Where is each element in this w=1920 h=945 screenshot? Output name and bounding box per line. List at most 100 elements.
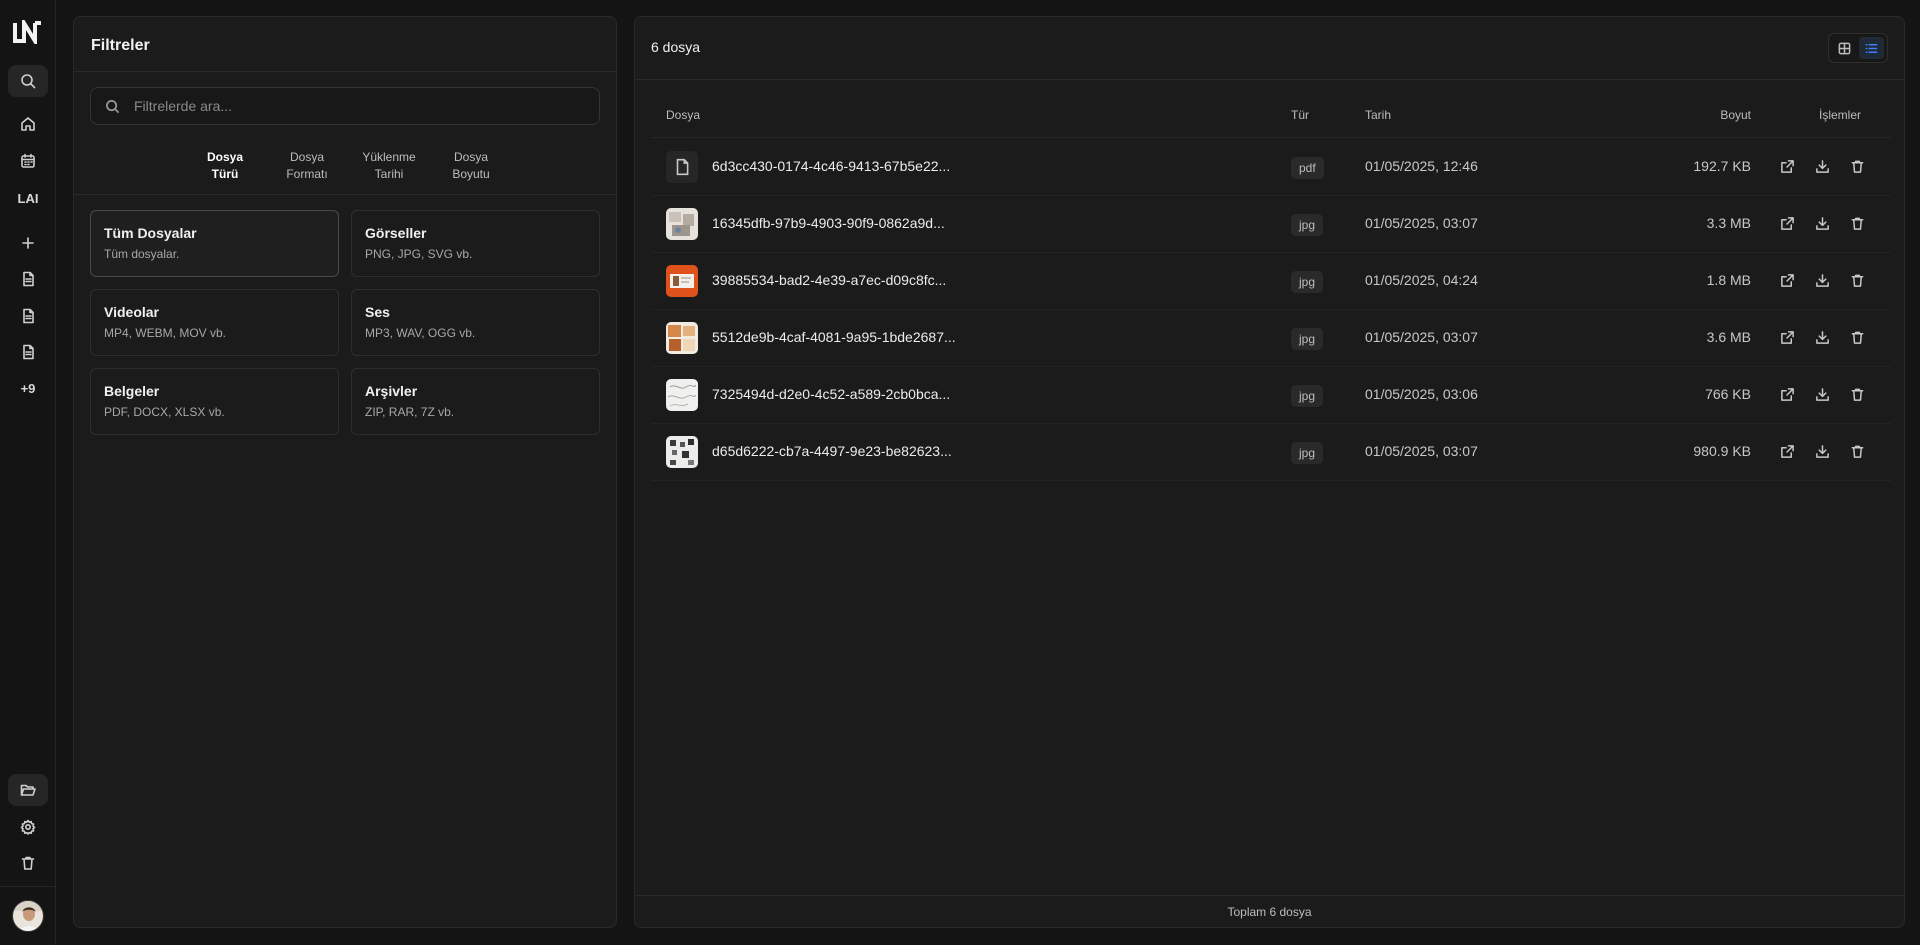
app-logo-icon[interactable] bbox=[13, 20, 43, 44]
column-size[interactable]: Boyut bbox=[1720, 108, 1751, 122]
table-row[interactable]: d65d6222-cb7a-4497-9e23-be82623... jpg 0… bbox=[651, 424, 1891, 481]
row-actions bbox=[1780, 387, 1865, 402]
file-name[interactable]: 39885534-bad2-4e39-a7ec-d09c8fc... bbox=[712, 272, 946, 288]
ai-icon: LAI bbox=[17, 190, 39, 206]
external-link-icon[interactable] bbox=[1780, 330, 1795, 345]
table-row[interactable]: 39885534-bad2-4e39-a7ec-d09c8fc... jpg 0… bbox=[651, 253, 1891, 310]
table-row[interactable]: 5512de9b-4caf-4081-9a95-1bde2687... jpg … bbox=[651, 310, 1891, 367]
rail-files-button[interactable] bbox=[8, 774, 48, 806]
download-icon[interactable] bbox=[1815, 387, 1830, 402]
trash-icon[interactable] bbox=[1850, 330, 1865, 345]
table-row[interactable]: 7325494d-d2e0-4c52-a589-2cb0bca... jpg 0… bbox=[651, 367, 1891, 424]
category-documents[interactable]: Belgeler PDF, DOCX, XLSX vb. bbox=[90, 368, 339, 435]
list-view-button[interactable] bbox=[1859, 37, 1884, 59]
download-icon[interactable] bbox=[1815, 273, 1830, 288]
column-file[interactable]: Dosya bbox=[666, 108, 700, 122]
column-type[interactable]: Tür bbox=[1291, 108, 1309, 122]
category-videos[interactable]: Videolar MP4, WEBM, MOV vb. bbox=[90, 289, 339, 356]
trash-icon[interactable] bbox=[1850, 444, 1865, 459]
category-archives[interactable]: Arşivler ZIP, RAR, 7Z vb. bbox=[351, 368, 600, 435]
external-link-icon[interactable] bbox=[1780, 159, 1795, 174]
rail-document-button-2[interactable] bbox=[8, 300, 48, 332]
file-name[interactable]: d65d6222-cb7a-4497-9e23-be82623... bbox=[712, 443, 952, 459]
rail-ai-button[interactable]: LAI bbox=[8, 182, 48, 214]
tab-file-size[interactable]: Dosya Boyutu bbox=[430, 149, 512, 183]
rail-settings-button[interactable] bbox=[8, 811, 48, 843]
category-audio[interactable]: Ses MP3, WAV, OGG vb. bbox=[351, 289, 600, 356]
trash-icon[interactable] bbox=[1850, 387, 1865, 402]
rail-more-button[interactable]: +9 bbox=[8, 372, 48, 404]
file-name[interactable]: 7325494d-d2e0-4c52-a589-2cb0bca... bbox=[712, 386, 950, 402]
category-desc: MP3, WAV, OGG vb. bbox=[365, 326, 476, 340]
filters-panel: Filtreler Filtrelerde ara... Dosya Türü … bbox=[73, 16, 617, 928]
rail-search-button[interactable] bbox=[8, 65, 48, 97]
table-row[interactable]: 16345dfb-97b9-4903-90f9-0862a9d... jpg 0… bbox=[651, 196, 1891, 253]
image-thumbnail bbox=[666, 208, 698, 240]
download-icon[interactable] bbox=[1815, 159, 1830, 174]
tab-file-type[interactable]: Dosya Türü bbox=[184, 149, 266, 183]
file-icon bbox=[666, 151, 698, 183]
tab-label-line2: Türü bbox=[211, 167, 239, 181]
grid-icon bbox=[1838, 42, 1851, 54]
filter-tabs: Dosya Türü Dosya Formatı Yüklenme Tarihi… bbox=[184, 149, 512, 183]
gear-icon bbox=[20, 819, 36, 835]
row-actions bbox=[1780, 444, 1865, 459]
image-thumbnail bbox=[666, 379, 698, 411]
tab-file-format[interactable]: Dosya Formatı bbox=[266, 149, 348, 183]
file-size: 980.9 KB bbox=[1693, 443, 1751, 459]
file-size: 3.6 MB bbox=[1706, 329, 1751, 345]
trash-icon[interactable] bbox=[1850, 159, 1865, 174]
row-actions bbox=[1780, 330, 1865, 345]
download-icon[interactable] bbox=[1815, 216, 1830, 231]
file-count: 6 dosya bbox=[651, 39, 701, 55]
file-date: 01/05/2025, 03:06 bbox=[1365, 386, 1478, 402]
file-name[interactable]: 5512de9b-4caf-4081-9a95-1bde2687... bbox=[712, 329, 956, 345]
folder-open-icon bbox=[20, 784, 36, 796]
filter-search-input[interactable]: Filtrelerde ara... bbox=[90, 87, 600, 125]
home-icon bbox=[21, 117, 35, 131]
search-icon bbox=[21, 74, 36, 89]
column-actions: İşlemler bbox=[1818, 108, 1861, 122]
avatar[interactable] bbox=[12, 900, 44, 932]
category-title: Videolar bbox=[104, 304, 159, 320]
filters-header-divider bbox=[74, 71, 616, 72]
tab-upload-date[interactable]: Yüklenme Tarihi bbox=[348, 149, 430, 183]
file-type-badge: jpg bbox=[1291, 214, 1324, 236]
left-rail: LAI +9 bbox=[0, 0, 56, 945]
external-link-icon[interactable] bbox=[1780, 216, 1795, 231]
category-all-files[interactable]: Tüm Dosyalar Tüm dosyalar. bbox=[90, 210, 339, 277]
rail-trash-button[interactable] bbox=[8, 847, 48, 879]
download-icon[interactable] bbox=[1815, 330, 1830, 345]
row-actions bbox=[1780, 216, 1865, 231]
external-link-icon[interactable] bbox=[1780, 273, 1795, 288]
rail-home-button[interactable] bbox=[8, 108, 48, 140]
image-thumbnail bbox=[666, 436, 698, 468]
category-images[interactable]: Görseller PNG, JPG, SVG vb. bbox=[351, 210, 600, 277]
file-size: 192.7 KB bbox=[1693, 158, 1751, 174]
file-name[interactable]: 16345dfb-97b9-4903-90f9-0862a9d... bbox=[712, 215, 945, 231]
files-panel: 6 dosya Dosya Tür Tarih Boyut İşlemler 6… bbox=[634, 16, 1905, 928]
image-thumbnail bbox=[666, 322, 698, 354]
rail-add-button[interactable] bbox=[8, 227, 48, 259]
grid-view-button[interactable] bbox=[1832, 37, 1857, 59]
external-link-icon[interactable] bbox=[1780, 444, 1795, 459]
external-link-icon[interactable] bbox=[1780, 387, 1795, 402]
file-type-badge: jpg bbox=[1291, 385, 1324, 407]
rail-calendar-button[interactable] bbox=[8, 145, 48, 177]
tab-label-line1: Dosya bbox=[206, 150, 244, 164]
trash-icon[interactable] bbox=[1850, 273, 1865, 288]
category-desc: PNG, JPG, SVG vb. bbox=[365, 247, 473, 261]
rail-document-button-3[interactable] bbox=[8, 336, 48, 368]
rail-document-button-1[interactable] bbox=[8, 263, 48, 295]
category-desc: MP4, WEBM, MOV vb. bbox=[104, 326, 227, 340]
column-date[interactable]: Tarih bbox=[1365, 108, 1391, 122]
download-icon[interactable] bbox=[1815, 444, 1830, 459]
file-name[interactable]: 6d3cc430-0174-4c46-9413-67b5e22... bbox=[712, 158, 950, 174]
list-icon bbox=[1865, 43, 1878, 53]
avatar-image bbox=[13, 901, 43, 931]
files-header-divider bbox=[635, 79, 1904, 80]
category-title: Ses bbox=[365, 304, 390, 320]
trash-icon[interactable] bbox=[1850, 216, 1865, 231]
table-row[interactable]: 6d3cc430-0174-4c46-9413-67b5e22... pdf 0… bbox=[651, 139, 1891, 196]
category-title: Tüm Dosyalar bbox=[104, 225, 197, 241]
